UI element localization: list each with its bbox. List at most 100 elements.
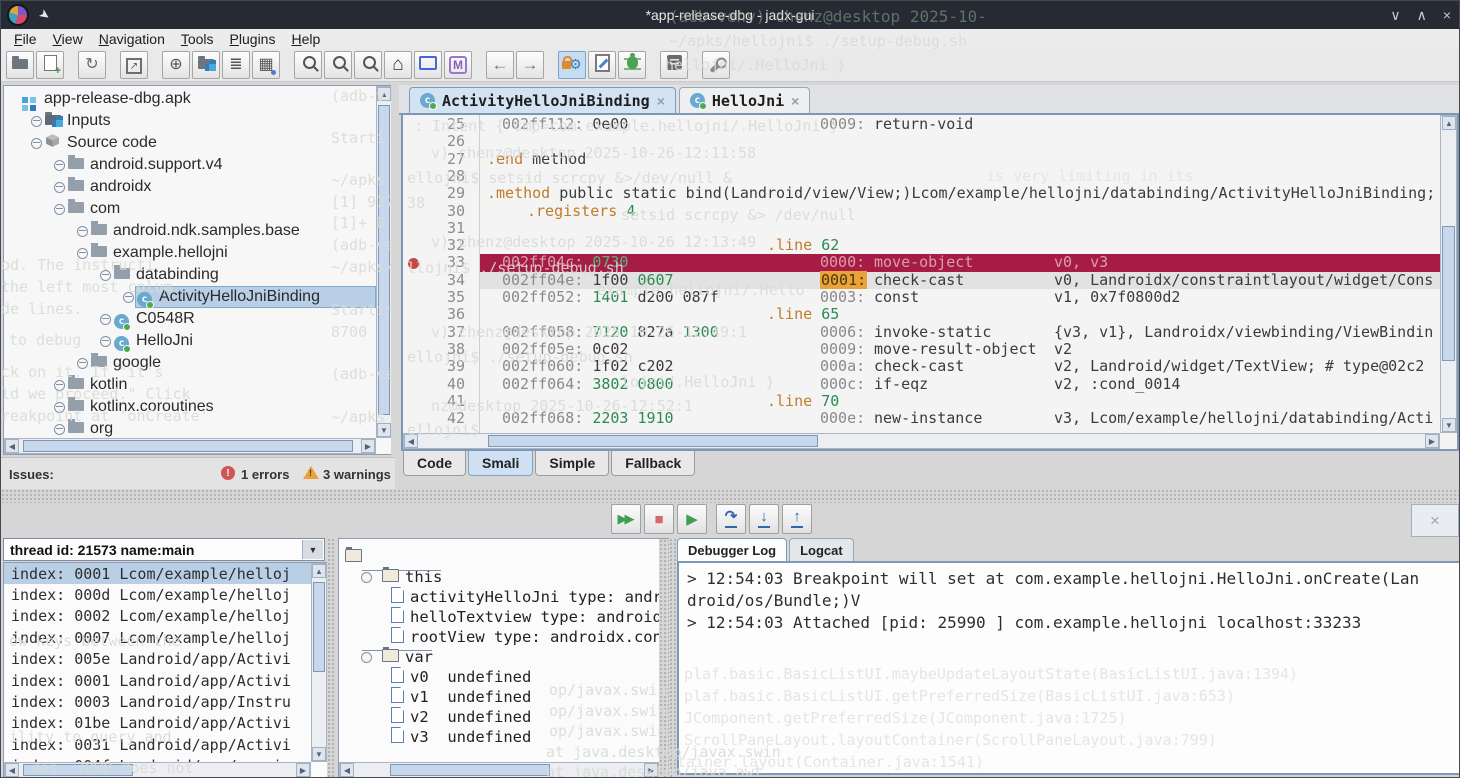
run-to-position-button[interactable]: ▶▶ xyxy=(611,504,641,534)
code-line-41[interactable]: 41.line 70 xyxy=(403,393,1440,410)
view-tab-simple[interactable]: Simple xyxy=(535,451,609,476)
stop-button[interactable]: ■ xyxy=(644,504,674,534)
variables-root[interactable] xyxy=(345,547,362,567)
code-line-27[interactable]: 27.end method xyxy=(403,151,1440,168)
nav-forward-button[interactable]: → xyxy=(516,51,544,79)
code-line-42[interactable]: 42002ff068: 2203 1910000e:new-instancev3… xyxy=(403,410,1440,427)
stack-frame-row[interactable]: index: 0002 Lcom/example/helloj xyxy=(4,606,311,627)
maximize-button[interactable]: ∧ xyxy=(1417,7,1427,24)
code-line-40[interactable]: 40002ff064: 3802 0800000c:if-eqzv2, :con… xyxy=(403,376,1440,393)
stack-frame-row[interactable]: index: 01be Landroid/app/Activi xyxy=(4,713,311,734)
vars-hscroll-thumb[interactable] xyxy=(390,764,550,776)
tree-vscroll-thumb[interactable] xyxy=(378,105,390,415)
variable-v2[interactable]: v2 undefined xyxy=(391,707,531,727)
vars-hscrollbar[interactable]: ◀ ▶ xyxy=(339,762,659,778)
tree-expand-handle[interactable] xyxy=(77,248,88,259)
menu-view[interactable]: View xyxy=(46,30,90,48)
tree-expand-handle[interactable] xyxy=(77,358,88,369)
frame-button[interactable] xyxy=(414,51,442,79)
close-icon[interactable]: × xyxy=(657,93,665,109)
deobfuscation-doc-button[interactable] xyxy=(588,51,616,79)
log-tab-logcat[interactable]: Logcat xyxy=(789,538,854,562)
stack-frame-row[interactable]: index: 0001 Lcom/example/helloj xyxy=(4,563,311,584)
tree-item-activityhellojnibinding[interactable]: cActivityHelloJniBinding xyxy=(4,286,376,308)
tree-item-android-support-v4[interactable]: android.support.v4 xyxy=(4,154,376,176)
variable-rootView[interactable]: rootView type: androidx.con xyxy=(391,627,659,647)
code-line-38[interactable]: 38002ff05e: 0c020009:move-result-objectv… xyxy=(403,341,1440,358)
minimize-button[interactable]: ∨ xyxy=(1390,7,1400,24)
variable-var[interactable]: var xyxy=(361,647,433,667)
reload-button[interactable]: ↻ xyxy=(78,51,106,79)
stack-frame-row[interactable]: index: 0003 Landroid/app/Instru xyxy=(4,691,311,712)
menu-plugins[interactable]: Plugins xyxy=(223,30,283,48)
tree-expand-handle[interactable] xyxy=(100,270,111,281)
code-line-28[interactable]: 28 xyxy=(403,168,1440,185)
open-device-button[interactable]: ⊕ xyxy=(162,51,190,79)
view-tab-smali[interactable]: Smali xyxy=(468,451,533,476)
tree-item-android-ndk-samples-base[interactable]: android.ndk.samples.base xyxy=(4,220,376,242)
tree-item-kotlinx-coroutines[interactable]: kotlinx.coroutines xyxy=(4,396,376,418)
menu-tools[interactable]: Tools xyxy=(174,30,221,48)
tree-item-example-hellojni[interactable]: example.hellojni xyxy=(4,242,376,264)
horizontal-splitter[interactable] xyxy=(1,489,1459,503)
menu-help[interactable]: Help xyxy=(284,30,327,48)
debugger-close-button[interactable]: × xyxy=(1411,504,1459,537)
menu-file[interactable]: File xyxy=(7,30,44,48)
log-viewer-button[interactable] xyxy=(660,51,688,79)
code-line-32[interactable]: 32.line 62 xyxy=(403,237,1440,254)
variable-activityHelloJni[interactable]: activityHelloJni type: andr xyxy=(391,587,659,607)
chevron-down-icon[interactable]: ▼ xyxy=(302,540,323,559)
tab-hellojni[interactable]: cHelloJni× xyxy=(679,87,810,113)
variable-v0[interactable]: v0 undefined xyxy=(391,667,531,687)
variable-this[interactable]: this xyxy=(361,567,442,587)
tree-expand-handle[interactable] xyxy=(100,336,111,347)
variable-helloTextview[interactable]: helloTextview type: android xyxy=(391,607,659,627)
code-line-37[interactable]: 37002ff058: 7120 827a 13000006:invoke-st… xyxy=(403,324,1440,341)
tree-item-google[interactable]: google xyxy=(4,352,376,374)
table-preview-button[interactable]: ▦ xyxy=(252,51,280,79)
stack-frame-row[interactable]: index: 005e Landroid/app/Activi xyxy=(4,649,311,670)
mappings-button[interactable]: M xyxy=(444,51,472,79)
class-search-button[interactable] xyxy=(324,51,352,79)
frames-hscrollbar[interactable]: ◀ ▶ xyxy=(4,762,311,778)
resources-button[interactable] xyxy=(192,51,220,79)
tab-activityhellojnibinding[interactable]: cActivityHelloJniBinding× xyxy=(409,87,676,113)
tree-expand-handle[interactable] xyxy=(361,652,372,663)
tree-expand-handle[interactable] xyxy=(54,380,65,391)
export-code-button[interactable]: ↗ xyxy=(120,51,148,79)
code-vscroll-thumb[interactable] xyxy=(1442,226,1455,361)
frames-hscroll-thumb[interactable] xyxy=(23,764,133,776)
tree-item-org[interactable]: org xyxy=(4,418,376,438)
debug-attach-button[interactable]: ⚙ xyxy=(558,51,586,79)
flatten-packages-button[interactable]: ≣ xyxy=(222,51,250,79)
tree-expand-handle[interactable] xyxy=(54,424,65,435)
tree-item-inputs[interactable]: Inputs xyxy=(4,110,376,132)
tree-item-kotlin[interactable]: kotlin xyxy=(4,374,376,396)
tree-item-databinding[interactable]: databinding xyxy=(4,264,376,286)
code-line-25[interactable]: 25002ff112: 0e000009:return-void xyxy=(403,116,1440,133)
tree-item-hellojni[interactable]: cHelloJni xyxy=(4,330,376,352)
code-hscrollbar[interactable]: ◀ ▶ xyxy=(403,433,1440,449)
tree-expand-handle[interactable] xyxy=(100,314,111,325)
variable-v1[interactable]: v1 undefined xyxy=(391,687,531,707)
tree-expand-handle[interactable] xyxy=(31,116,42,127)
code-line-29[interactable]: 29.method public static bind(Landroid/vi… xyxy=(403,185,1440,202)
tree-vscrollbar[interactable]: ▲ ▼ xyxy=(376,86,392,438)
tree-expand-handle[interactable] xyxy=(361,572,372,583)
thread-selector[interactable]: thread id: 21573 name:main ▼ xyxy=(3,538,325,561)
resume-button[interactable]: ▶ xyxy=(677,504,707,534)
breakpoint-icon[interactable] xyxy=(408,258,419,269)
tree-item-com[interactable]: com xyxy=(4,198,376,220)
step-out-button[interactable]: ↑ xyxy=(782,504,812,534)
stack-frame-row[interactable]: index: 000d Lcom/example/helloj xyxy=(4,584,311,605)
warning-count[interactable]: 3 warnings xyxy=(323,467,391,482)
tree-expand-handle[interactable] xyxy=(54,402,65,413)
stack-frame-row[interactable]: index: 0001 Landroid/app/Activi xyxy=(4,670,311,691)
code-vscrollbar[interactable]: ▲ ▼ xyxy=(1440,115,1457,433)
tree-item-app-release-dbg-apk[interactable]: app-release-dbg.apk xyxy=(4,88,376,110)
code-hscroll-thumb[interactable] xyxy=(488,435,818,447)
tree-hscroll-thumb[interactable] xyxy=(23,440,353,452)
smali-code-area[interactable]: 25002ff112: 0e000009:return-void2627.end… xyxy=(403,115,1440,433)
code-line-26[interactable]: 26 xyxy=(403,133,1440,150)
tree-item-c0548r[interactable]: cC0548R xyxy=(4,308,376,330)
